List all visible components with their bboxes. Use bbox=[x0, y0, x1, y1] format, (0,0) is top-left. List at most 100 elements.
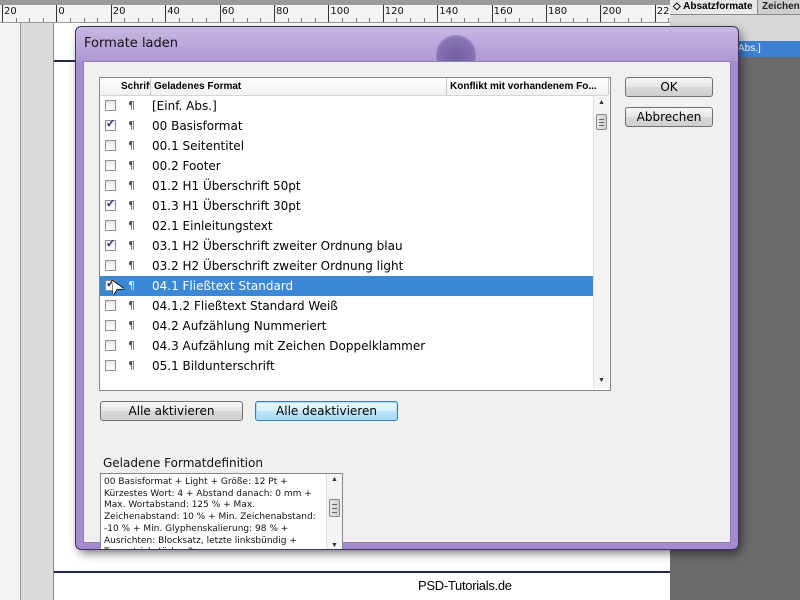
pilcrow-icon: ¶ bbox=[128, 119, 135, 132]
dialog-client-area: Schrift Geladenes Format Konflikt mit vo… bbox=[83, 61, 731, 549]
ruler-major-tick bbox=[165, 5, 167, 22]
row-checkbox[interactable] bbox=[105, 140, 116, 151]
ruler-major-tick bbox=[274, 5, 275, 22]
column-header-checkbox[interactable]: Schrift bbox=[119, 78, 151, 95]
load-styles-dialog: Formate laden Schrift Geladenes Format K… bbox=[76, 27, 738, 549]
list-item[interactable]: ¶ [Einf. Abs.] bbox=[100, 96, 593, 116]
scroll-thumb[interactable] bbox=[329, 499, 340, 517]
pilcrow-icon: ¶ bbox=[128, 139, 135, 152]
arrow-down-icon[interactable]: ▼ bbox=[327, 540, 342, 549]
tab-zeichenformate[interactable]: Zeichen bbox=[762, 0, 800, 14]
list-item[interactable]: ¶ 02.1 Einleitungstext bbox=[100, 216, 593, 236]
column-header-conflict[interactable]: Konflikt mit vorhandenem Fo... bbox=[447, 78, 609, 95]
ruler-major-tick bbox=[600, 5, 602, 22]
row-label: 00 Basisformat bbox=[152, 119, 243, 133]
ruler-tick-label: 20 bbox=[112, 6, 126, 17]
ruler-minor-tick bbox=[42, 18, 44, 22]
list-item[interactable]: ¶ 01.2 H1 Überschrift 50pt bbox=[100, 176, 593, 196]
row-label: 04.1.2 Fließtext Standard Weiß bbox=[152, 299, 338, 313]
dialog-titlebar[interactable]: Formate laden bbox=[76, 27, 738, 75]
row-checkbox[interactable] bbox=[105, 340, 116, 351]
row-checkbox[interactable]: ✓ bbox=[105, 238, 116, 251]
pilcrow-icon: ¶ bbox=[128, 299, 135, 312]
row-checkbox[interactable] bbox=[105, 260, 116, 271]
ruler-tick-label: 160 bbox=[493, 6, 513, 17]
row-label: 00.2 Footer bbox=[152, 159, 221, 173]
list-item[interactable]: ¶ 00.1 Seitentitel bbox=[100, 136, 593, 156]
deactivate-all-button[interactable]: Alle deaktivieren bbox=[255, 401, 398, 421]
cancel-button[interactable]: Abbrechen bbox=[625, 107, 713, 127]
list-item[interactable]: ¶ 00.2 Footer bbox=[100, 156, 593, 176]
list-item[interactable]: ✓ ¶ 04.1 Fließtext Standard ➤ bbox=[100, 274, 593, 299]
row-label: 01.2 H1 Überschrift 50pt bbox=[152, 179, 301, 193]
list-item[interactable]: ¶ 03.2 H2 Überschrift zweiter Ordnung lig… bbox=[100, 256, 593, 276]
ruler-minor-tick bbox=[464, 18, 466, 22]
list-scrollbar[interactable]: ▲ ▼ bbox=[593, 96, 609, 388]
list-item[interactable]: ✓ ¶ 01.3 H1 Überschrift 30pt bbox=[100, 196, 593, 216]
arrow-down-icon[interactable]: ▼ bbox=[594, 374, 609, 388]
ruler-major-tick bbox=[491, 5, 493, 22]
ruler-minor-tick bbox=[586, 18, 588, 22]
list-item[interactable]: ¶ 04.2 Aufzählung Nummeriert bbox=[100, 316, 593, 336]
list-item[interactable]: ✓ ¶ 03.1 H2 Überschrift zweiter Ordnung bl… bbox=[100, 236, 593, 256]
vertical-ruler bbox=[0, 23, 21, 600]
definition-textbox[interactable]: 00 Basisformat + Light + Größe: 12 Pt + … bbox=[100, 473, 343, 549]
definition-scrollbar[interactable]: ▲ ▼ bbox=[326, 474, 342, 549]
ok-button[interactable]: OK bbox=[625, 77, 713, 97]
ruler-minor-tick bbox=[532, 18, 534, 22]
pilcrow-icon: ¶ bbox=[128, 259, 135, 272]
row-label: 04.3 Aufzählung mit Zeichen Doppelklamme… bbox=[152, 339, 426, 353]
arrow-up-icon[interactable]: ▲ bbox=[594, 96, 609, 110]
ruler-tick-label: 120 bbox=[384, 6, 404, 17]
list-item[interactable]: ¶ 04.1.2 Fließtext Standard Weiß bbox=[100, 296, 593, 316]
ruler-minor-tick bbox=[260, 18, 262, 22]
row-checkbox[interactable] bbox=[105, 320, 116, 331]
row-checkbox[interactable] bbox=[105, 220, 116, 231]
row-label: 04.2 Aufzählung Nummeriert bbox=[152, 319, 327, 333]
list-header: Schrift Geladenes Format Konflikt mit vo… bbox=[100, 78, 609, 96]
row-label: 03.1 H2 Überschrift zweiter Ordnung blau bbox=[152, 239, 403, 253]
row-checkbox[interactable] bbox=[105, 360, 116, 371]
row-label: [Einf. Abs.] bbox=[152, 99, 217, 113]
ruler-minor-tick bbox=[450, 18, 452, 22]
row-checkbox[interactable] bbox=[105, 160, 116, 171]
page-footer-rule bbox=[54, 571, 671, 573]
ruler-minor-tick bbox=[151, 18, 153, 22]
tab-label: Absatzformate bbox=[683, 1, 753, 12]
list-item[interactable]: ¶ 04.3 Aufzählung mit Zeichen Doppelklamm… bbox=[100, 336, 593, 356]
list-item[interactable]: ✓ ¶ 00 Basisformat bbox=[100, 116, 593, 136]
ruler-minor-tick bbox=[369, 18, 371, 22]
row-checkbox[interactable]: ✓ bbox=[105, 198, 116, 211]
row-checkbox[interactable] bbox=[105, 300, 116, 311]
row-label: 02.1 Einleitungstext bbox=[152, 219, 273, 233]
pilcrow-icon: ¶ bbox=[128, 319, 135, 332]
activate-all-button[interactable]: Alle aktivieren bbox=[100, 401, 243, 421]
ruler-minor-tick bbox=[627, 18, 629, 22]
arrow-up-icon[interactable]: ▲ bbox=[327, 474, 342, 486]
ruler-minor-tick bbox=[396, 18, 398, 22]
ruler-minor-tick bbox=[518, 18, 520, 22]
ruler-minor-tick bbox=[287, 18, 289, 22]
horizontal-ruler: 20020406080100120140160180200220 bbox=[0, 5, 670, 23]
ruler-minor-tick bbox=[559, 18, 561, 22]
row-checkbox[interactable]: ✓ bbox=[105, 118, 116, 131]
scroll-thumb[interactable] bbox=[596, 114, 607, 130]
ruler-tick-label: 20 bbox=[4, 6, 17, 17]
ruler-minor-tick bbox=[124, 18, 126, 22]
tab-absatzformate[interactable]: ◇ Absatzformate bbox=[670, 0, 758, 14]
ruler-minor-tick bbox=[614, 18, 615, 22]
styles-list[interactable]: Schrift Geladenes Format Konflikt mit vo… bbox=[99, 77, 611, 391]
ruler-minor-tick bbox=[423, 18, 425, 22]
ruler-minor-tick bbox=[246, 18, 248, 22]
row-checkbox[interactable] bbox=[105, 180, 116, 191]
ruler-major-tick bbox=[56, 5, 58, 22]
list-item[interactable]: ¶ 05.1 Bildunterschrift bbox=[100, 356, 593, 376]
pilcrow-icon: ¶ bbox=[128, 239, 135, 252]
ruler-minor-tick bbox=[138, 18, 139, 22]
ruler-tick-label: 200 bbox=[602, 6, 622, 17]
panel-tab-bar: ◇ Absatzformate Zeichen bbox=[670, 0, 800, 15]
row-checkbox[interactable] bbox=[105, 100, 116, 111]
definition-text: 00 Basisformat + Light + Größe: 12 Pt + … bbox=[104, 477, 316, 549]
column-header-format[interactable]: Geladenes Format bbox=[151, 78, 447, 95]
definition-label: Geladene Formatdefinition bbox=[103, 456, 263, 470]
